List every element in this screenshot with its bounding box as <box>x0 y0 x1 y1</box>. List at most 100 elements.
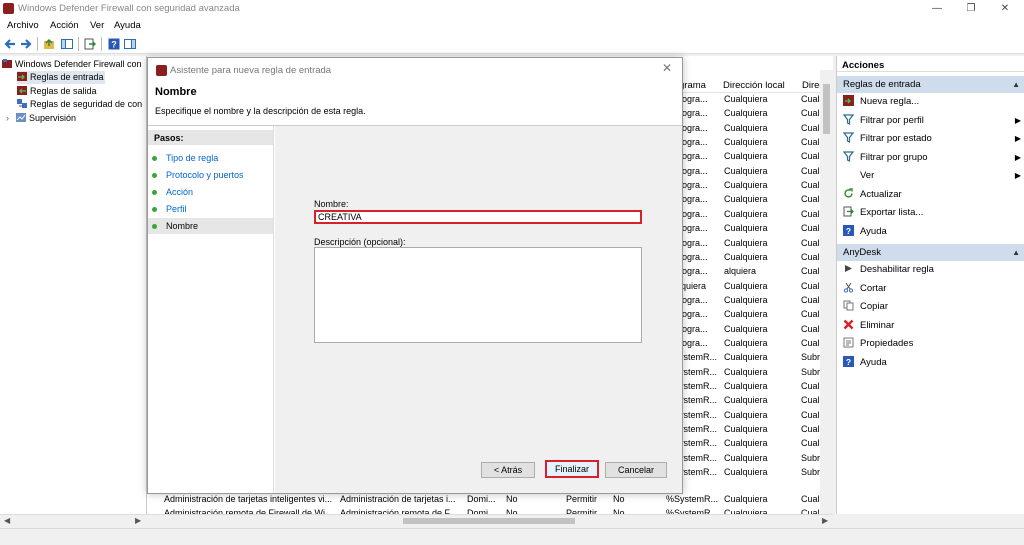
step-perfil[interactable]: Perfil <box>148 201 273 217</box>
tree-item-supervision[interactable]: › Supervisión <box>6 112 76 125</box>
tree-item-reglas-salida[interactable]: Reglas de salida <box>17 85 97 98</box>
filter-icon <box>843 150 854 162</box>
action-item[interactable]: Cortar <box>843 281 1021 297</box>
menu-archivo[interactable]: Archivo <box>7 20 39 31</box>
action-item[interactable]: Ver ▶ <box>843 168 1021 184</box>
action-item[interactable]: Filtrar por estado ▶ <box>843 131 1021 147</box>
rule-cell: rogra... <box>679 122 708 133</box>
step-protocolo-puertos[interactable]: Protocolo y puertos <box>148 167 273 183</box>
tree-root[interactable]: Windows Defender Firewall con <box>2 58 142 71</box>
step-nombre[interactable]: Nombre <box>148 218 273 234</box>
export-icon <box>843 206 854 217</box>
actions-section-header[interactable]: AnyDesk ▲ <box>837 244 1024 261</box>
help-icon[interactable]: ? <box>108 38 120 50</box>
menu-ayuda[interactable]: Ayuda <box>114 20 141 31</box>
action-item[interactable]: Actualizar <box>843 187 1021 203</box>
action-item[interactable]: ? Ayuda <box>843 224 1021 240</box>
action-item[interactable]: Exportar lista... <box>843 205 1021 221</box>
rule-cell: alquiera <box>724 266 757 277</box>
action-label: Filtrar por perfil <box>860 114 924 126</box>
rules-vertical-scrollbar[interactable] <box>820 70 833 514</box>
submenu-arrow-icon: ▶ <box>1014 152 1021 162</box>
rule-cell: Cualquiera <box>724 438 768 449</box>
navigation-tree: Windows Defender Firewall con Reglas de … <box>0 56 147 514</box>
rule-cell: rogra... <box>679 223 708 234</box>
rule-cell: Cualquiera <box>724 122 768 133</box>
collapse-arrow-icon[interactable]: ▲ <box>1012 80 1020 89</box>
rule-cell: Cual <box>801 165 820 176</box>
rule-cell: Cualquiera <box>724 337 768 348</box>
scroll-thumb[interactable] <box>823 84 830 134</box>
action-item[interactable]: Eliminar <box>843 318 1021 334</box>
column-direccion-local[interactable]: Dirección local <box>723 80 785 91</box>
column-programa[interactable]: grama <box>679 80 706 91</box>
rule-cell: rogra... <box>679 194 708 205</box>
rule-cell: Administración de tarjetas inteligentes … <box>164 494 333 504</box>
cancel-button[interactable]: Cancelar <box>605 462 667 478</box>
rule-cell: Cual <box>801 137 820 148</box>
rule-cell: Cual <box>801 395 820 406</box>
action-label: Eliminar <box>860 319 895 331</box>
action-label: Deshabilitar regla <box>860 264 934 275</box>
rule-description-textarea[interactable] <box>314 247 642 343</box>
rule-cell: Cualquiera <box>724 452 768 463</box>
actions-pane: Acciones Reglas de entrada ▲ Nueva regla..… <box>836 56 1024 514</box>
action-item[interactable]: Propiedades <box>843 336 1021 352</box>
forward-arrow-icon[interactable] <box>20 38 32 50</box>
tree-item-reglas-entrada[interactable]: Reglas de entrada <box>17 71 105 84</box>
h-scroll-thumb[interactable] <box>403 518 575 524</box>
minimize-button[interactable]: — <box>920 0 954 18</box>
window-title: Windows Defender Firewall con seguridad … <box>18 3 240 14</box>
rule-cell: Cual <box>801 151 820 162</box>
rule-cell: rogra... <box>679 337 708 348</box>
action-item[interactable]: ? Ayuda <box>843 355 1021 371</box>
rule-cell: rogra... <box>679 323 708 334</box>
action-item[interactable]: Deshabilitar regla <box>843 262 1021 278</box>
export-icon[interactable] <box>84 38 96 50</box>
step-label: Acción <box>166 187 194 197</box>
action-item[interactable]: Filtrar por perfil ▶ <box>843 113 1021 129</box>
maximize-button[interactable]: ❐ <box>954 0 988 18</box>
actions-title: Acciones <box>837 56 1024 72</box>
rule-cell: Cual <box>801 309 820 320</box>
action-item[interactable]: Copiar <box>843 299 1021 315</box>
dialog-close-icon[interactable]: ✕ <box>662 61 672 75</box>
rule-cell: Cualquiera <box>724 137 768 148</box>
action-label: Ayuda <box>860 225 887 237</box>
copy-icon <box>843 300 854 311</box>
expand-chevron-icon[interactable]: › <box>6 112 16 125</box>
rule-cell: Cual <box>801 122 820 133</box>
monitoring-icon <box>16 113 26 122</box>
action-item[interactable]: Nueva regla... <box>843 94 1021 110</box>
actions-section-header[interactable]: Reglas de entrada ▲ <box>837 76 1024 93</box>
rule-cell: Cualquiera <box>724 251 768 262</box>
scroll-right-icon[interactable]: ▶ <box>135 516 141 525</box>
up-folder-icon[interactable] <box>43 38 55 50</box>
tree-horizontal-scrollbar[interactable]: ◀ ▶ <box>0 514 147 527</box>
rule-cell: Cualquiera <box>724 467 768 478</box>
back-button[interactable]: < Atrás <box>481 462 535 478</box>
action-pane-icon[interactable] <box>124 38 136 50</box>
step-tipo-regla[interactable]: Tipo de regla <box>148 150 273 166</box>
rule-cell: Cual <box>801 266 820 277</box>
show-tree-icon[interactable] <box>61 38 73 50</box>
close-button[interactable]: ✕ <box>988 0 1022 18</box>
menu-accion[interactable]: Acción <box>50 20 79 31</box>
step-accion[interactable]: Acción <box>148 184 273 200</box>
collapse-arrow-icon[interactable]: ▲ <box>1012 248 1020 257</box>
scroll-left-icon[interactable]: ◀ <box>4 516 10 525</box>
rules-horizontal-scrollbar[interactable]: ▶ <box>147 514 833 527</box>
action-item[interactable]: Filtrar por grupo ▶ <box>843 150 1021 166</box>
back-arrow-icon[interactable] <box>4 38 16 50</box>
rule-cell: rogra... <box>679 137 708 148</box>
scroll-right-icon[interactable]: ▶ <box>822 516 828 525</box>
menu-ver[interactable]: Ver <box>90 20 104 31</box>
rule-cell: ystemR... <box>679 467 718 478</box>
rule-cell: Cualquiera <box>724 223 768 234</box>
rule-name-input[interactable] <box>314 210 642 224</box>
finish-button[interactable]: Finalizar <box>545 460 599 478</box>
title-bar: Windows Defender Firewall con seguridad … <box>0 0 1024 18</box>
rule-cell: Cual <box>801 108 820 119</box>
tree-item-reglas-seguridad[interactable]: Reglas de seguridad de con <box>17 98 142 111</box>
rule-cell: Cual <box>801 237 820 248</box>
